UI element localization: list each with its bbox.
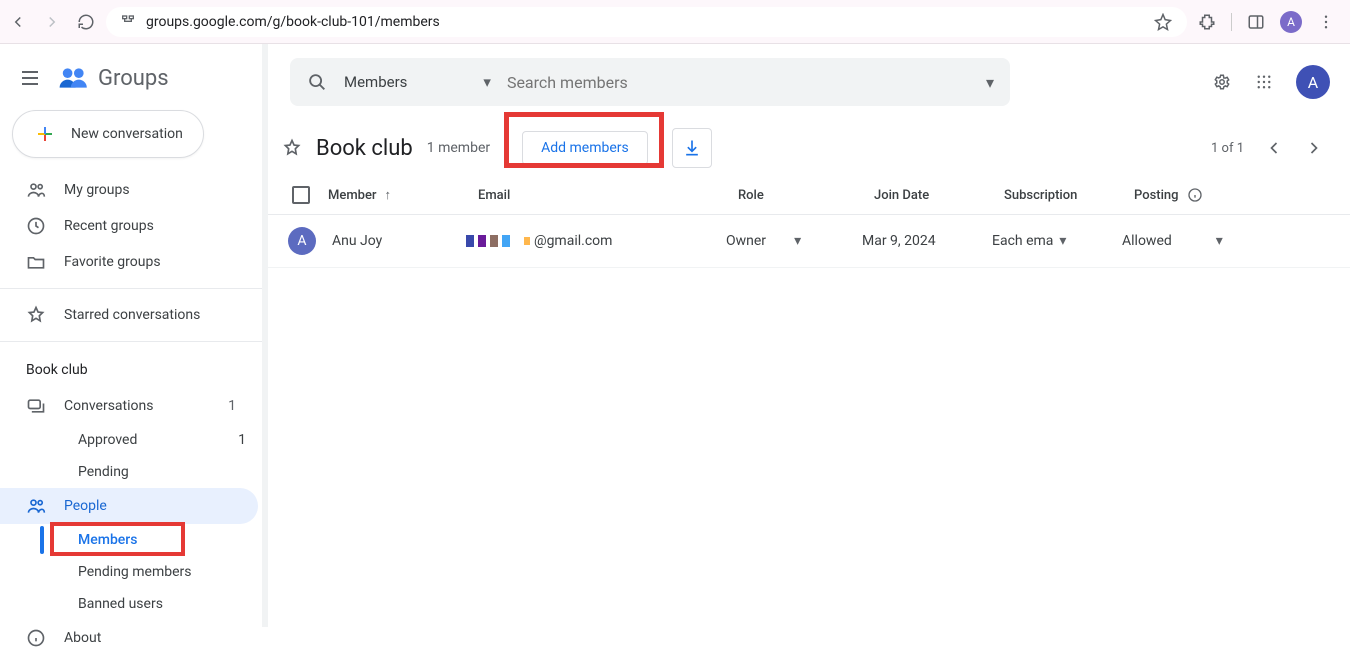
clock-icon — [26, 216, 46, 236]
extensions-icon[interactable] — [1197, 12, 1217, 32]
nav-pending-members[interactable]: Pending members — [0, 556, 268, 588]
bookmark-star-icon[interactable] — [1153, 12, 1173, 32]
search-scope-dropdown[interactable]: Members ▾ — [344, 73, 491, 91]
nav-people[interactable]: People — [0, 488, 258, 524]
plus-icon — [33, 122, 57, 146]
nav-pending[interactable]: Pending — [0, 456, 268, 488]
nav-label: About — [64, 630, 101, 646]
divider — [0, 288, 268, 289]
nav-conversations[interactable]: Conversations 1 — [0, 388, 258, 424]
url-bar[interactable]: groups.google.com/g/book-club-101/member… — [106, 7, 1187, 37]
sidebar: Groups New conversation My groups Recent… — [0, 44, 268, 627]
nav-label: Members — [78, 532, 137, 548]
col-sub-header[interactable]: Subscription — [1004, 188, 1134, 203]
nav-label: Pending members — [78, 564, 192, 580]
nav-label: Favorite groups — [64, 254, 161, 270]
search-scope-label: Members — [344, 73, 407, 91]
count-badge: 1 — [228, 398, 236, 414]
nav-starred-conversations[interactable]: Starred conversations — [0, 297, 258, 333]
nav-favorite-groups[interactable]: Favorite groups — [0, 244, 258, 280]
people-icon — [26, 496, 46, 516]
main-menu-icon[interactable] — [18, 66, 42, 90]
divider — [1231, 13, 1232, 31]
nav-label: My groups — [64, 182, 130, 198]
member-email: @gmail.com — [466, 233, 726, 249]
info-icon — [26, 628, 46, 648]
settings-gear-icon[interactable] — [1212, 72, 1232, 92]
nav-label: Starred conversations — [64, 307, 200, 323]
export-download-button[interactable] — [672, 128, 712, 168]
member-avatar[interactable]: A — [288, 227, 316, 255]
col-post-header[interactable]: Posting — [1134, 188, 1179, 203]
table-row[interactable]: A Anu Joy @gmail.com Owner▾ Mar 9, 2024 — [268, 215, 1350, 268]
conversations-icon — [26, 396, 46, 416]
nav-label: Recent groups — [64, 218, 154, 234]
favorite-star-icon[interactable] — [282, 138, 302, 158]
role-dropdown[interactable]: Owner▾ — [726, 233, 862, 249]
subscription-dropdown[interactable]: Each ema▾ — [992, 233, 1122, 249]
sort-ascending-icon[interactable]: ↑ — [385, 187, 392, 203]
forward-icon[interactable] — [42, 12, 62, 32]
nav-label: Pending — [78, 464, 129, 480]
select-all-checkbox[interactable] — [292, 186, 310, 204]
nav-label: Banned users — [78, 596, 163, 612]
group-title: Book club — [316, 136, 413, 161]
browser-profile-avatar[interactable]: A — [1280, 11, 1302, 33]
chevron-down-icon: ▾ — [1216, 233, 1223, 249]
page-indicator: 1 of 1 — [1211, 141, 1244, 156]
search-bar[interactable]: Members ▾ ▾ — [290, 58, 1010, 106]
count-badge: 1 — [238, 432, 246, 448]
next-page-icon[interactable] — [1304, 138, 1324, 158]
info-icon[interactable] — [1187, 187, 1203, 203]
search-icon[interactable] — [306, 71, 328, 93]
new-conversation-label: New conversation — [71, 126, 183, 142]
nav-about[interactable]: About — [0, 620, 258, 656]
col-email-header[interactable]: Email — [478, 188, 738, 203]
nav-label: Approved — [78, 432, 137, 448]
nav-my-groups[interactable]: My groups — [0, 172, 258, 208]
browser-chrome: groups.google.com/g/book-club-101/member… — [0, 0, 1350, 44]
star-icon — [26, 305, 46, 325]
account-avatar[interactable]: A — [1296, 65, 1330, 99]
people-icon — [26, 180, 46, 200]
groups-logo[interactable]: Groups — [58, 64, 169, 92]
nav-label: People — [64, 498, 107, 514]
url-text: groups.google.com/g/book-club-101/member… — [146, 14, 1143, 30]
prev-page-icon[interactable] — [1264, 138, 1284, 158]
nav-approved[interactable]: Approved 1 — [0, 424, 268, 456]
nav-banned-users[interactable]: Banned users — [0, 588, 268, 620]
member-name: Anu Joy — [332, 233, 466, 249]
nav-members[interactable]: Members — [0, 524, 268, 556]
pagination: 1 of 1 — [1211, 138, 1328, 158]
nav-recent-groups[interactable]: Recent groups — [0, 208, 258, 244]
add-members-button[interactable]: Add members — [522, 131, 648, 165]
back-icon[interactable] — [8, 12, 28, 32]
side-panel-icon[interactable] — [1246, 12, 1266, 32]
search-options-dropdown-icon[interactable]: ▾ — [986, 73, 994, 92]
new-conversation-button[interactable]: New conversation — [12, 110, 204, 158]
search-input[interactable] — [507, 73, 970, 92]
table-header: Member ↑ Email Role Join Date Subscripti… — [268, 180, 1350, 215]
col-role-header[interactable]: Role — [738, 188, 874, 203]
apps-grid-icon[interactable] — [1254, 72, 1274, 92]
join-date: Mar 9, 2024 — [862, 233, 992, 249]
browser-menu-icon[interactable] — [1316, 12, 1336, 32]
site-info-icon[interactable] — [120, 12, 136, 31]
col-join-header[interactable]: Join Date — [874, 188, 1004, 203]
nav-label: Conversations — [64, 398, 153, 414]
chevron-down-icon: ▾ — [794, 233, 801, 249]
col-member-header[interactable]: Member — [328, 188, 377, 203]
divider — [0, 341, 268, 342]
chevron-down-icon: ▾ — [1059, 233, 1066, 249]
group-section-label: Book club — [0, 350, 268, 388]
app-title: Groups — [98, 66, 169, 91]
chevron-down-icon: ▾ — [483, 73, 491, 91]
folder-star-icon — [26, 252, 46, 272]
main-content: Members ▾ ▾ A Book club 1 member Add mem… — [268, 44, 1350, 627]
reload-icon[interactable] — [76, 12, 96, 32]
member-count: 1 member — [427, 140, 490, 156]
members-table: Member ↑ Email Role Join Date Subscripti… — [268, 180, 1350, 268]
posting-dropdown[interactable]: Allowed▾ — [1122, 233, 1242, 249]
